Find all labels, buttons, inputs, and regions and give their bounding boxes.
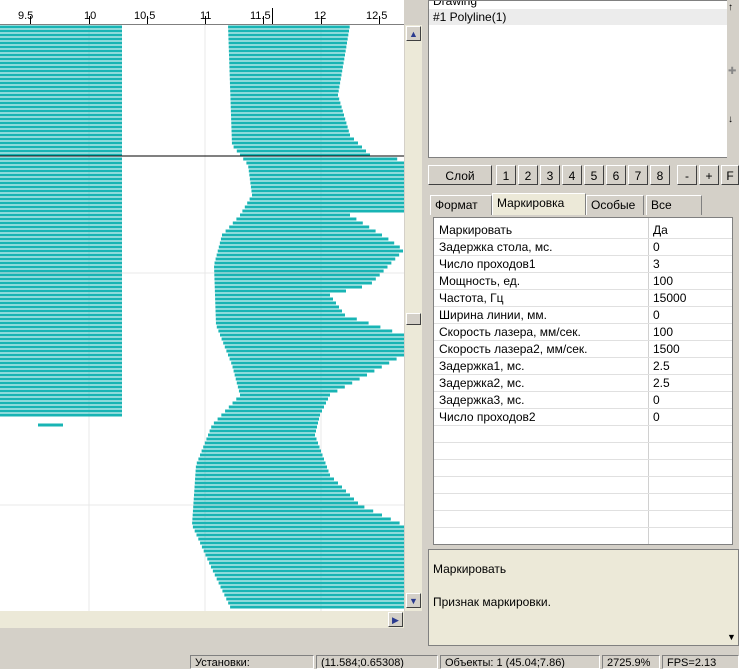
down-arrow-icon[interactable]: ↓ <box>728 114 733 125</box>
panel-side-strip: ↑ ✚ ↓ <box>727 0 739 158</box>
property-description: Маркировать Признак маркировки. ▼ <box>428 549 739 646</box>
layer-bar: Слой 1 2 3 4 5 6 7 8 - + F <box>428 165 739 187</box>
property-value[interactable]: 0 <box>653 409 660 425</box>
property-value[interactable]: 100 <box>653 273 673 289</box>
ruler-tick: 10 <box>84 10 97 22</box>
status-objects: Объекты: 1 (45.04;7.86) <box>440 655 600 669</box>
property-name: Ширина линии, мм. <box>439 308 547 322</box>
scroll-down-button[interactable]: ▼ <box>406 593 421 608</box>
property-row[interactable]: Задержка3, мс. 0 <box>434 392 732 409</box>
property-value[interactable]: 0 <box>653 307 660 323</box>
tab-all[interactable]: Все <box>646 195 702 215</box>
description-text: Признак маркировки. <box>433 595 551 609</box>
layer-4-button[interactable]: 4 <box>562 165 582 185</box>
layer-1-button[interactable]: 1 <box>496 165 516 185</box>
layer-8-button[interactable]: 8 <box>650 165 670 185</box>
property-value[interactable]: Да <box>653 222 668 238</box>
layer-f-button[interactable]: F <box>721 165 739 185</box>
scroll-down-icon[interactable]: ▼ <box>727 632 736 642</box>
status-bar: Установки: (11.584;0.65308) Объекты: 1 (… <box>0 654 739 669</box>
property-value[interactable]: 100 <box>653 324 673 340</box>
status-settings: Установки: <box>190 655 314 669</box>
property-row[interactable] <box>434 511 732 528</box>
property-row[interactable]: Число проходов2 0 <box>434 409 732 426</box>
property-row[interactable] <box>434 460 732 477</box>
layer-5-button[interactable]: 5 <box>584 165 604 185</box>
property-name: Число проходов2 <box>439 410 536 424</box>
property-value[interactable]: 2.5 <box>653 375 670 391</box>
ruler-tick: 10.5 <box>134 10 156 22</box>
property-row[interactable]: Задержка стола, мс. 0 <box>434 239 732 256</box>
status-zoom: 2725.9% <box>602 655 660 669</box>
property-row[interactable]: Скорость лазера, мм/сек. 100 <box>434 324 732 341</box>
property-value[interactable]: 15000 <box>653 290 686 306</box>
list-item-polyline[interactable]: #1 Polyline(1) <box>429 9 738 25</box>
vertical-scrollbar[interactable]: ▲ ▼ <box>405 25 422 611</box>
property-value[interactable]: 0 <box>653 392 660 408</box>
property-row[interactable]: Частота, Гц 15000 <box>434 290 732 307</box>
property-row[interactable]: Задержка2, мс. 2.5 <box>434 375 732 392</box>
property-value[interactable]: 1500 <box>653 341 680 357</box>
layer-3-button[interactable]: 3 <box>540 165 560 185</box>
ruler-tick: 9.5 <box>18 10 34 22</box>
property-row[interactable] <box>434 477 732 494</box>
drawing-canvas[interactable] <box>0 25 404 611</box>
property-row[interactable]: Скорость лазера2, мм/сек. 1500 <box>434 341 732 358</box>
layer-2-button[interactable]: 2 <box>518 165 538 185</box>
status-coords: (11.584;0.65308) <box>316 655 438 669</box>
property-value[interactable]: 0 <box>653 239 660 255</box>
property-row[interactable]: Маркировать Да <box>434 222 732 239</box>
property-row[interactable] <box>434 528 732 544</box>
layer-6-button[interactable]: 6 <box>606 165 626 185</box>
layer-7-button[interactable]: 7 <box>628 165 648 185</box>
scroll-right-button[interactable]: ▶ <box>388 612 403 627</box>
ruler-tick: 12.5 <box>366 10 388 22</box>
property-name: Скорость лазера, мм/сек. <box>439 325 581 339</box>
up-arrow-icon[interactable]: ↑ <box>728 2 733 13</box>
property-row[interactable] <box>434 443 732 460</box>
tab-format[interactable]: Формат <box>430 195 492 215</box>
object-tree[interactable]: Drawing #1 Polyline(1) <box>428 0 739 158</box>
layer-minus-button[interactable]: - <box>677 165 697 185</box>
property-name: Число проходов1 <box>439 257 536 271</box>
property-name: Маркировать <box>439 223 513 237</box>
horizontal-ruler: 9.5 10 10.5 11 11.5 12 12.5 <box>0 0 404 25</box>
property-name: Задержка2, мс. <box>439 376 525 390</box>
ruler-tick: 11.5 <box>250 10 271 22</box>
property-value[interactable]: 2.5 <box>653 358 670 374</box>
cursor-marker <box>272 8 273 24</box>
property-tabs: Формат Маркировка Особые Все <box>430 193 739 215</box>
scroll-thumb[interactable] <box>406 313 421 325</box>
property-name: Задержка1, мс. <box>439 359 525 373</box>
layer-button[interactable]: Слой <box>428 165 492 185</box>
scroll-up-button[interactable]: ▲ <box>406 26 421 41</box>
description-title: Маркировать <box>433 562 507 576</box>
property-row[interactable]: Задержка1, мс. 2.5 <box>434 358 732 375</box>
list-item-drawing[interactable]: Drawing <box>429 1 738 9</box>
property-name: Задержка стола, мс. <box>439 240 553 254</box>
property-value[interactable]: 3 <box>653 256 660 272</box>
property-name: Частота, Гц <box>439 291 504 305</box>
property-row[interactable] <box>434 426 732 443</box>
status-fps: FPS=2.13 <box>662 655 739 669</box>
property-name: Мощность, ед. <box>439 274 521 288</box>
property-name: Скорость лазера2, мм/сек. <box>439 342 588 356</box>
tab-marking[interactable]: Маркировка <box>492 193 586 215</box>
property-row[interactable] <box>434 494 732 511</box>
tab-special[interactable]: Особые <box>586 195 644 215</box>
horizontal-scrollbar[interactable]: ▶ <box>0 611 404 628</box>
property-grid[interactable]: Маркировать Да Задержка стола, мс. 0 Число п… <box>433 217 733 545</box>
crosshair-icon[interactable]: ✚ <box>728 66 736 77</box>
hatch-drawing <box>0 25 404 611</box>
layer-plus-button[interactable]: + <box>699 165 719 185</box>
property-row[interactable]: Число проходов1 3 <box>434 256 732 273</box>
property-row[interactable]: Ширина линии, мм. 0 <box>434 307 732 324</box>
property-row[interactable]: Мощность, ед. 100 <box>434 273 732 290</box>
property-name: Задержка3, мс. <box>439 393 525 407</box>
